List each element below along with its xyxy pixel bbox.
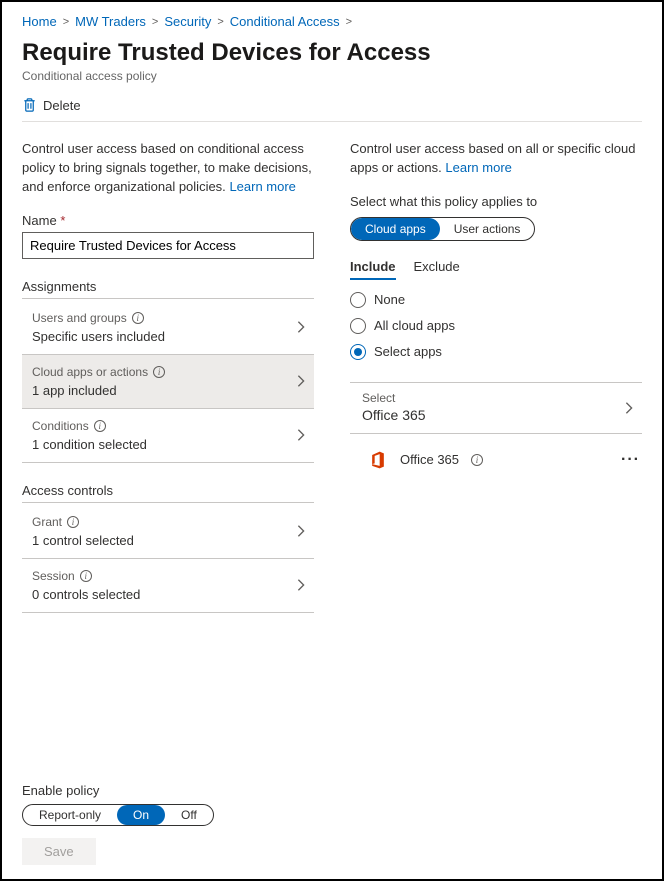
enable-policy-toggle: Report-only On Off [22,804,214,826]
name-label: Name * [22,213,314,228]
footer: Enable policy Report-only On Off Save [22,783,642,865]
assignment-value: Specific users included [32,329,310,344]
access-title: Session [32,569,75,583]
assignment-title: Conditions [32,419,89,433]
left-intro: Control user access based on conditional… [22,140,314,197]
access-grant[interactable]: Grant i 1 control selected [22,505,314,559]
right-column: Control user access based on all or spec… [350,140,642,783]
radio-all-cloud-apps[interactable]: All cloud apps [350,318,642,334]
toolbar: Delete [22,97,642,122]
toggle-report-only[interactable]: Report-only [23,805,117,825]
tab-include[interactable]: Include [350,259,396,280]
access-value: 0 controls selected [32,587,310,602]
more-icon[interactable]: ··· [621,451,640,469]
assignment-value: 1 app included [32,383,310,398]
chevron-right-icon: > [217,16,223,28]
chevron-right-icon [294,524,308,538]
applies-to-label: Select what this policy applies to [350,194,642,209]
app-name: Office 365 [400,452,459,467]
chevron-right-icon [294,578,308,592]
assignment-conditions[interactable]: Conditions i 1 condition selected [22,409,314,463]
enable-policy-label: Enable policy [22,783,642,798]
bc-mwtraders[interactable]: MW Traders [75,14,146,29]
select-label: Select [362,391,638,405]
left-learn-more-link[interactable]: Learn more [229,179,295,194]
pill-cloud-apps[interactable]: Cloud apps [351,218,440,240]
tab-exclude[interactable]: Exclude [414,259,460,280]
page-subtitle: Conditional access policy [22,69,642,83]
chevron-right-icon: > [346,16,352,28]
bc-conditional-access[interactable]: Conditional Access [230,14,340,29]
access-title: Grant [32,515,62,529]
access-controls-heading: Access controls [22,483,314,503]
info-icon[interactable]: i [80,570,92,582]
radio-select-apps[interactable]: Select apps [350,344,642,360]
page-title: Require Trusted Devices for Access [22,39,642,67]
breadcrumb: Home > MW Traders > Security > Condition… [22,14,642,29]
bc-security[interactable]: Security [164,14,211,29]
select-apps-picker[interactable]: Select Office 365 [350,382,642,434]
radio-icon [350,344,366,360]
access-session[interactable]: Session i 0 controls selected [22,559,314,613]
access-value: 1 control selected [32,533,310,548]
assignment-users-groups[interactable]: Users and groups i Specific users includ… [22,301,314,355]
chevron-right-icon [294,374,308,388]
radio-label: None [374,292,405,307]
radio-none[interactable]: None [350,292,642,308]
chevron-right-icon: > [63,16,69,28]
info-icon[interactable]: i [132,312,144,324]
left-column: Control user access based on conditional… [22,140,314,783]
pill-user-actions[interactable]: User actions [440,218,535,240]
info-icon[interactable]: i [94,420,106,432]
toggle-off[interactable]: Off [165,805,213,825]
chevron-right-icon [294,320,308,334]
assignments-heading: Assignments [22,279,314,299]
info-icon[interactable]: i [471,454,483,466]
delete-button[interactable]: Delete [43,98,81,113]
chevron-right-icon [622,401,636,415]
selected-app-row: Office 365 i ··· [350,444,642,476]
radio-icon [350,318,366,334]
toggle-on[interactable]: On [117,805,165,825]
chevron-right-icon [294,428,308,442]
assignment-value: 1 condition selected [32,437,310,452]
select-value: Office 365 [362,407,638,423]
delete-icon[interactable] [22,97,37,113]
info-icon[interactable]: i [153,366,165,378]
office-icon [368,450,388,470]
assignment-title: Cloud apps or actions [32,365,148,379]
applies-to-toggle: Cloud apps User actions [350,217,535,241]
radio-icon [350,292,366,308]
assignment-title: Users and groups [32,311,127,325]
name-input[interactable] [22,232,314,259]
radio-label: Select apps [374,344,442,359]
assignment-cloud-apps[interactable]: Cloud apps or actions i 1 app included [22,355,314,409]
bc-home[interactable]: Home [22,14,57,29]
include-exclude-tabs: Include Exclude [350,259,642,280]
info-icon[interactable]: i [67,516,79,528]
include-radio-group: None All cloud apps Select apps [350,292,642,376]
radio-label: All cloud apps [374,318,455,333]
chevron-right-icon: > [152,16,158,28]
right-learn-more-link[interactable]: Learn more [445,160,511,175]
right-intro: Control user access based on all or spec… [350,140,642,178]
save-button[interactable]: Save [22,838,96,865]
